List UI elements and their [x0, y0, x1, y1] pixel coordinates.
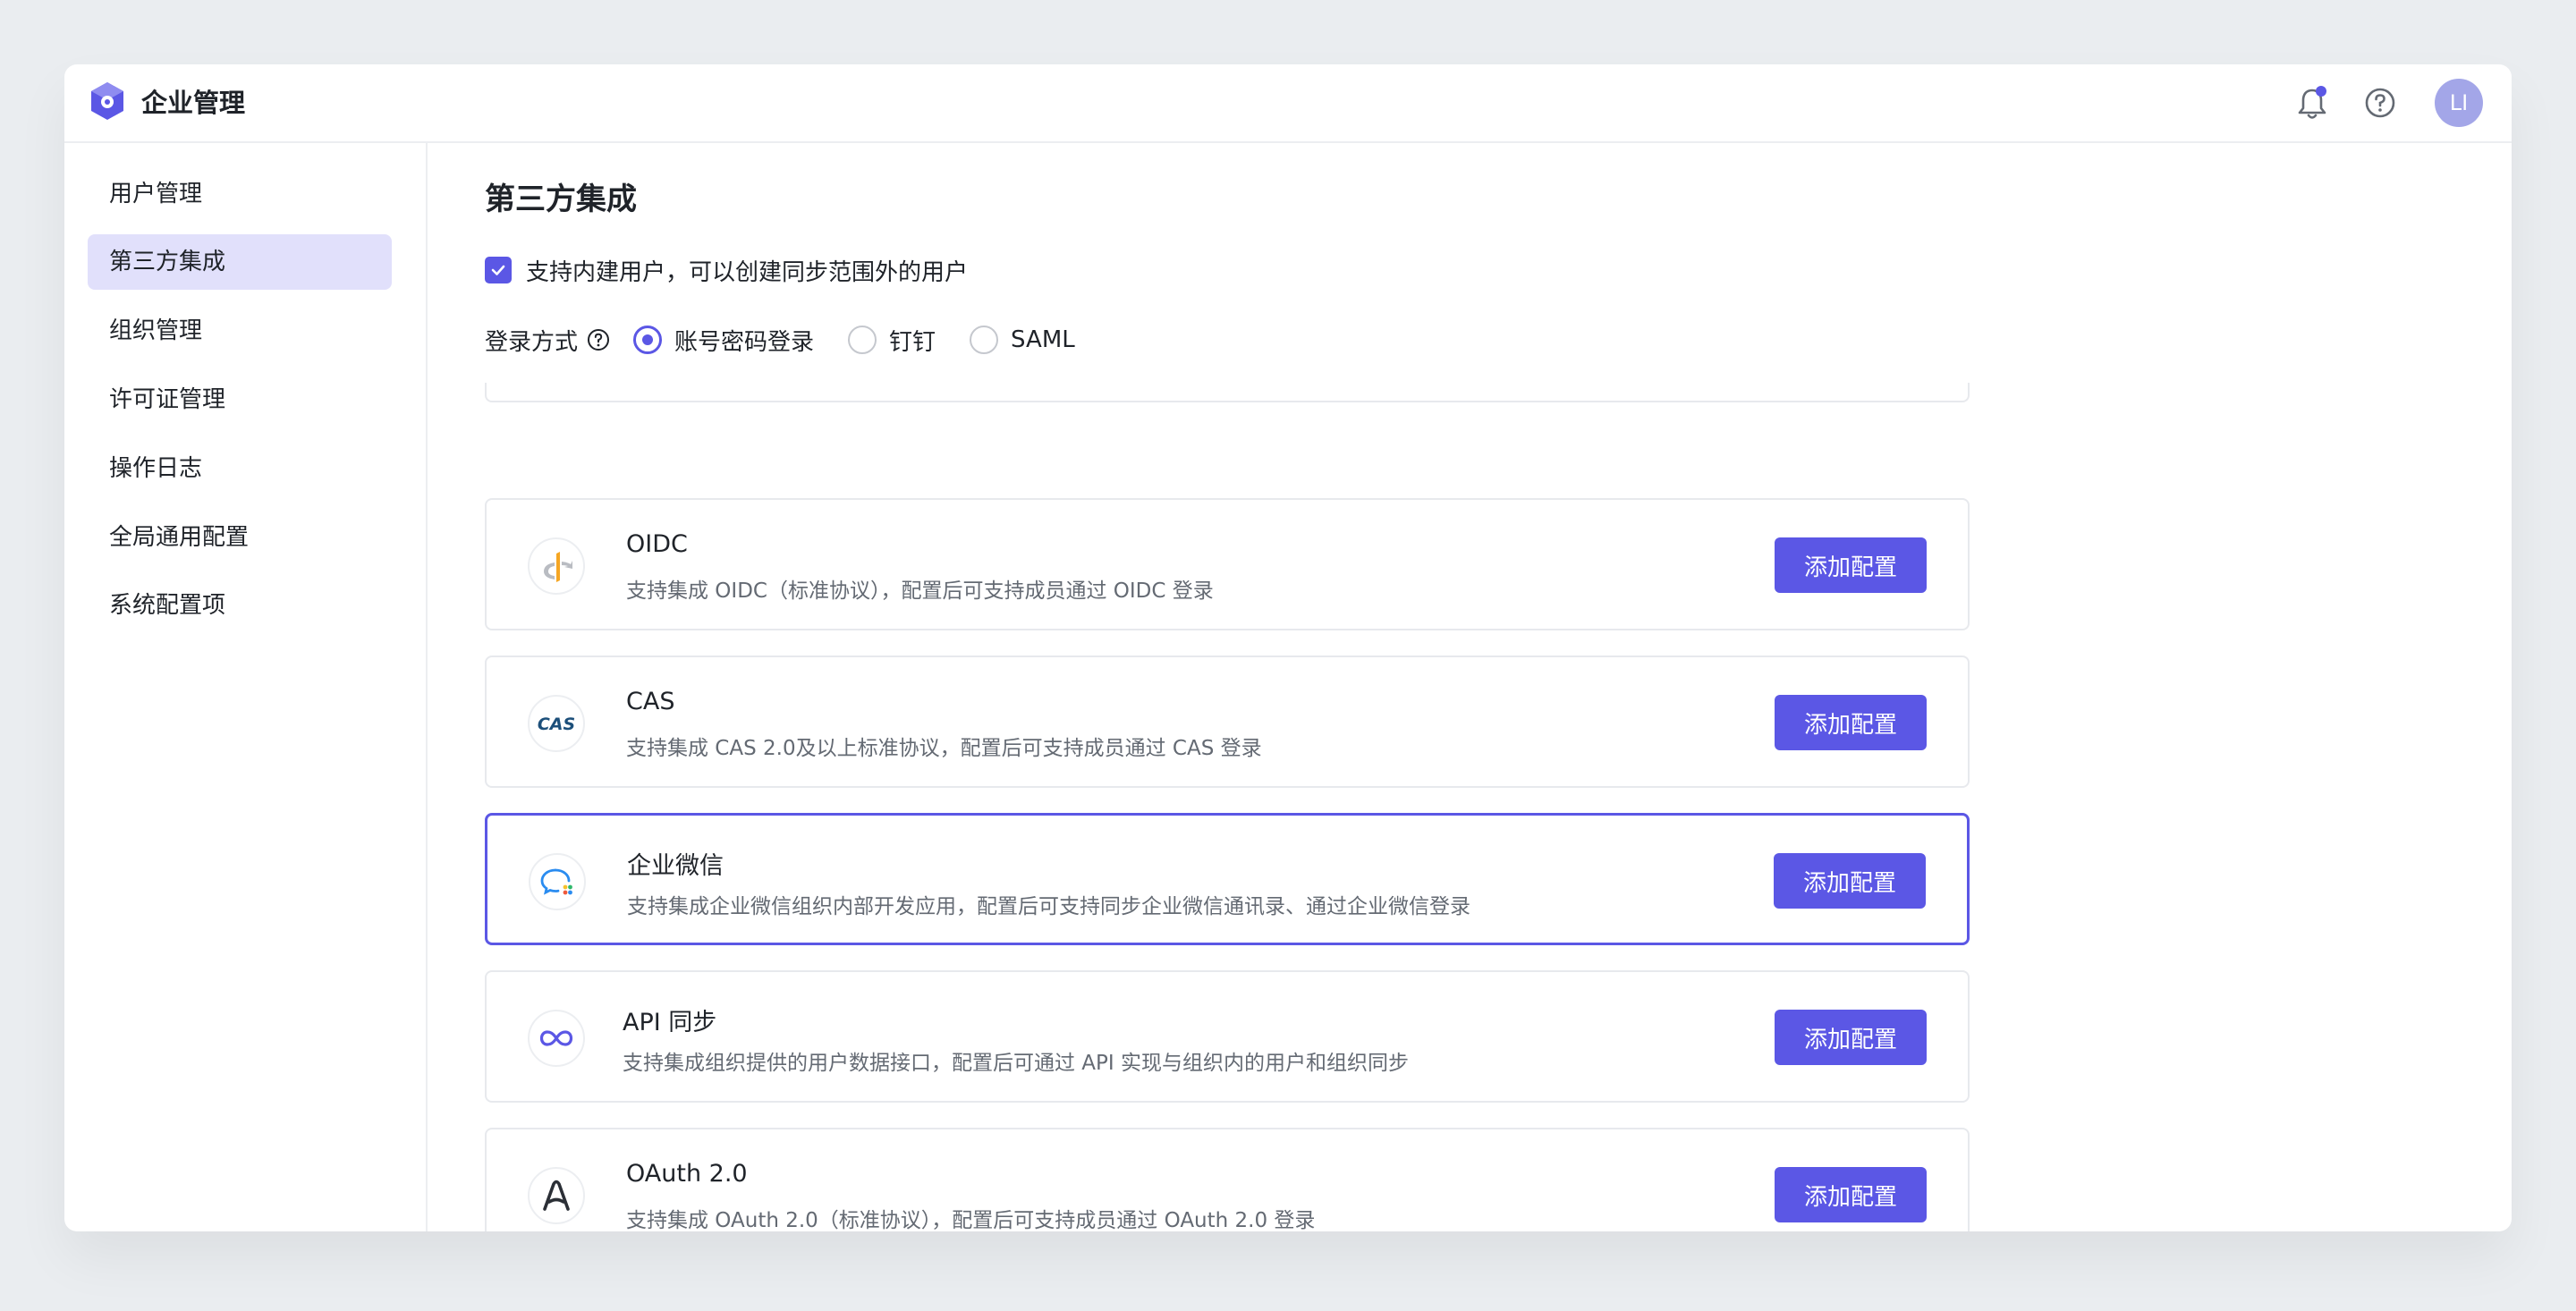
radio-saml[interactable]: [970, 326, 999, 354]
oauth-icon: [528, 1167, 585, 1224]
builtin-users-label: 支持内建用户，可以创建同步范围外的用户: [526, 258, 969, 286]
add-config-button-oauth[interactable]: 添加配置: [1775, 1167, 1927, 1222]
app-logo-icon: [91, 82, 123, 120]
integration-description: 支持集成 OIDC（标准协议），配置后可支持成员通过 OIDC 登录: [626, 579, 1214, 603]
sidebar-item-user-management[interactable]: 用户管理: [88, 166, 392, 222]
app-title: 企业管理: [141, 88, 246, 118]
infinity-icon: [528, 1010, 585, 1067]
sidebar-item-system-config[interactable]: 系统配置项: [88, 578, 392, 633]
integration-description: 支持集成企业微信组织内部开发应用，配置后可支持同步企业微信通讯录、通过企业微信登…: [627, 895, 1470, 918]
integration-description: 支持集成 CAS 2.0及以上标准协议，配置后可支持成员通过 CAS 登录: [626, 737, 1262, 760]
login-option-password-label: 账号密码登录: [674, 328, 815, 356]
integration-description: 支持集成 OAuth 2.0（标准协议），配置后可支持成员通过 OAuth 2.…: [626, 1209, 1316, 1231]
add-config-button-cas[interactable]: 添加配置: [1775, 695, 1927, 750]
sidebar-item-operation-log[interactable]: 操作日志: [88, 441, 392, 496]
svg-text:CAS: CAS: [538, 715, 575, 734]
login-option-password[interactable]: 账号密码登录: [633, 324, 814, 357]
main-content: 第三方集成 支持内建用户，可以创建同步范围外的用户 登录方式 账号密码登录 钉钉: [428, 143, 2512, 1231]
oidc-icon: [528, 537, 585, 595]
integration-card-oauth: OAuth 2.0 支持集成 OAuth 2.0（标准协议），配置后可支持成员通…: [485, 1128, 1970, 1231]
integration-title: API 同步: [623, 1009, 717, 1036]
help-icon[interactable]: [2360, 82, 2401, 123]
wecom-icon: [529, 853, 586, 910]
integration-title: OAuth 2.0: [626, 1160, 748, 1188]
add-config-button-wecom[interactable]: 添加配置: [1774, 853, 1926, 909]
radio-dingtalk[interactable]: [848, 326, 877, 354]
sidebar-nav: 用户管理 第三方集成 组织管理 许可证管理 操作日志 全局通用配置 系统配置项: [64, 143, 428, 1231]
radio-password[interactable]: [633, 326, 663, 354]
integration-card-wecom: 企业微信 支持集成企业微信组织内部开发应用，配置后可支持同步企业微信通讯录、通过…: [485, 813, 1970, 945]
login-method-help-icon[interactable]: [587, 328, 610, 351]
integration-card-api-sync: API 同步 支持集成组织提供的用户数据接口，配置后可通过 API 实现与组织内…: [485, 970, 1970, 1103]
sidebar-item-license-management[interactable]: 许可证管理: [88, 372, 392, 427]
sidebar-item-global-config[interactable]: 全局通用配置: [88, 510, 392, 565]
app-window: 企业管理 LI 用户管理 第三方集成 组织管理 许可证管理 操作日志 全局通用配…: [64, 64, 2512, 1231]
notification-dot: [2316, 86, 2326, 97]
top-header: 企业管理 LI: [64, 64, 2512, 143]
login-option-saml-label: SAML: [1011, 326, 1075, 353]
builtin-users-option[interactable]: 支持内建用户，可以创建同步范围外的用户: [485, 252, 968, 288]
integration-title: 企业微信: [627, 852, 724, 880]
login-method-label: 登录方式: [485, 328, 579, 356]
integration-title: OIDC: [626, 530, 688, 558]
login-method-row: 登录方式 账号密码登录 钉钉 SAML: [485, 322, 1109, 358]
builtin-users-checkbox[interactable]: [485, 257, 512, 283]
integration-description: 支持集成组织提供的用户数据接口，配置后可通过 API 实现与组织内的用户和组织同…: [623, 1052, 1410, 1075]
scrolled-card-edge: [485, 383, 1970, 402]
add-config-button-oidc[interactable]: 添加配置: [1775, 537, 1927, 593]
login-option-dingtalk-label: 钉钉: [889, 328, 936, 356]
add-config-button-api-sync[interactable]: 添加配置: [1775, 1010, 1927, 1065]
notification-bell-icon[interactable]: [2292, 82, 2333, 123]
page-title: 第三方集成: [485, 182, 637, 217]
user-avatar[interactable]: LI: [2435, 79, 2483, 127]
login-option-dingtalk[interactable]: 钉钉: [848, 324, 936, 357]
cas-icon: CAS: [528, 695, 585, 752]
login-option-saml[interactable]: SAML: [970, 326, 1075, 354]
integration-card-cas: CAS CAS 支持集成 CAS 2.0及以上标准协议，配置后可支持成员通过 C…: [485, 656, 1970, 788]
checkmark-icon: [491, 265, 505, 275]
integration-card-oidc: OIDC 支持集成 OIDC（标准协议），配置后可支持成员通过 OIDC 登录 …: [485, 498, 1970, 630]
sidebar-item-third-party-integration[interactable]: 第三方集成: [88, 234, 392, 290]
sidebar-item-organization-management[interactable]: 组织管理: [88, 303, 392, 359]
integration-title: CAS: [626, 688, 675, 715]
